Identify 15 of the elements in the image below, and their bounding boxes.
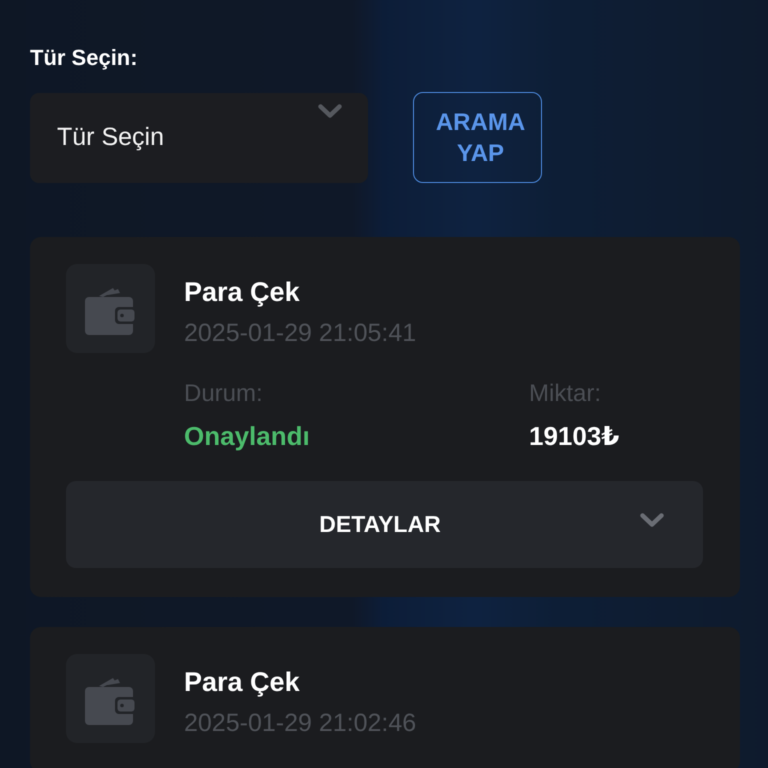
type-select[interactable]: Tür Seçin <box>30 92 368 182</box>
transaction-date: 2025-01-29 21:05:41 <box>184 318 416 349</box>
status-value: Onaylandı <box>184 420 311 452</box>
transaction-date: 2025-01-29 21:02:46 <box>184 708 416 739</box>
wallet-icon <box>66 654 155 743</box>
select-value: Tür Seçin <box>57 123 164 152</box>
transaction-title: Para Çek <box>184 666 301 698</box>
amount-value: 19103₺ <box>529 420 620 452</box>
wallet-icon <box>66 264 155 353</box>
filter-label: Tür Seçin: <box>30 44 139 72</box>
chevron-down-icon <box>640 512 664 526</box>
transaction-title: Para Çek <box>184 276 301 308</box>
search-button[interactable]: ARAMA YAP <box>413 92 542 183</box>
details-button[interactable]: DETAYLAR <box>66 481 703 568</box>
chevron-down-icon <box>318 104 342 118</box>
